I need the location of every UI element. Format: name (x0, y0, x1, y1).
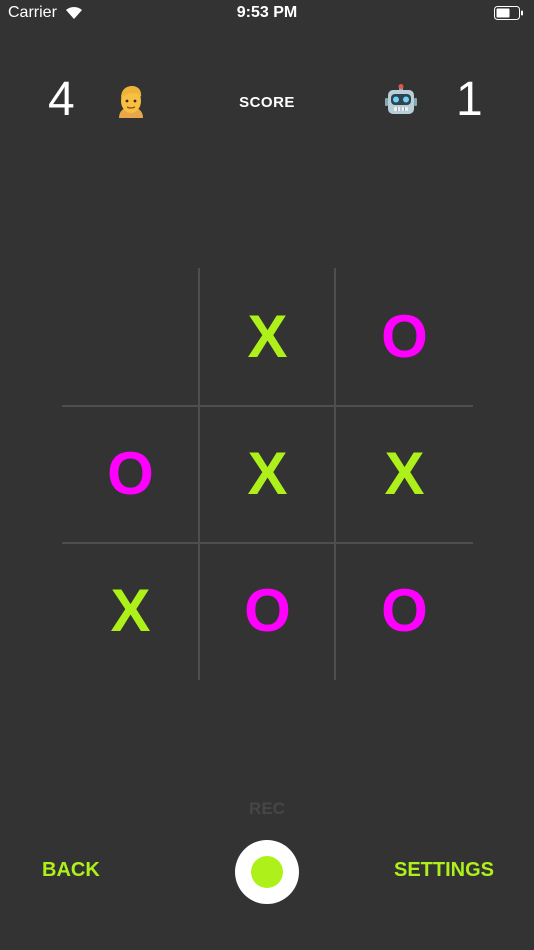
board-cell-8[interactable]: O (336, 542, 473, 679)
board-cell-3[interactable]: O (62, 405, 199, 542)
record-button[interactable] (235, 840, 299, 904)
status-time: 9:53 PM (236, 4, 298, 21)
record-icon (251, 856, 283, 888)
scoreboard: 4 SCORE 1 (0, 70, 534, 140)
battery-icon (494, 6, 523, 20)
board-cell-6[interactable]: X (62, 542, 199, 679)
board-cell-4[interactable]: X (199, 405, 336, 542)
score-label: SCORE (239, 94, 295, 111)
game-board: X O O X X X O O (62, 268, 473, 680)
status-bar: Carrier 9:53 PM (0, 0, 534, 28)
back-button[interactable]: BACK (42, 859, 100, 882)
rec-label: REC (249, 799, 285, 818)
settings-button[interactable]: SETTINGS (394, 859, 494, 882)
board-cell-5[interactable]: X (336, 405, 473, 542)
robot-emoji-icon (385, 84, 417, 114)
opponent-score: 1 (456, 73, 483, 126)
board-cell-1[interactable]: X (199, 268, 336, 405)
board-cell-7[interactable]: O (199, 542, 336, 679)
board-cell-0[interactable] (62, 268, 199, 405)
board-cell-2[interactable]: O (336, 268, 473, 405)
